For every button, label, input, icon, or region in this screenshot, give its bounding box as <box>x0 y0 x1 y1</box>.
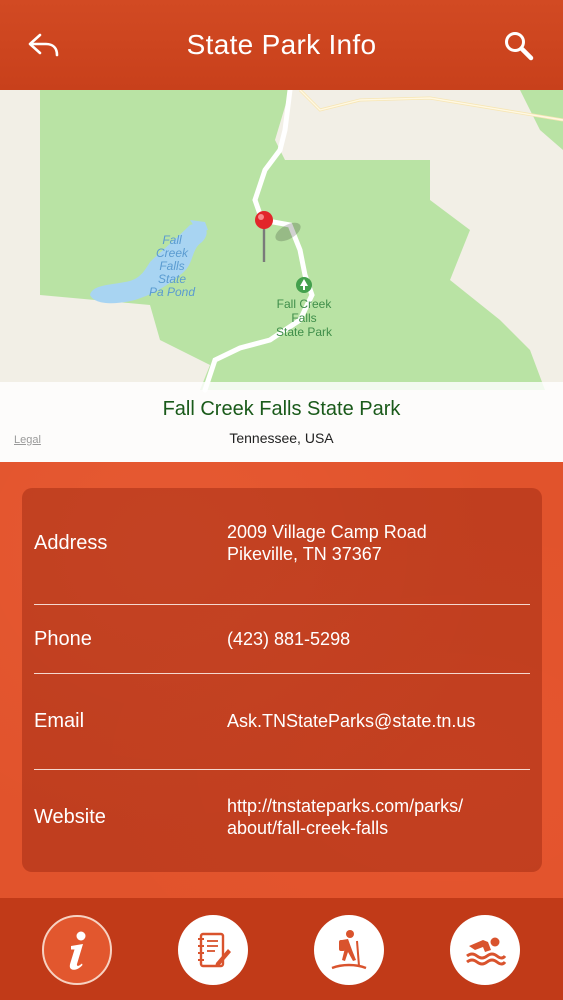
phone-row: Phone (423) 881-5298 <box>34 624 530 654</box>
phone-value[interactable]: (423) 881-5298 <box>227 628 530 650</box>
search-icon <box>505 32 534 61</box>
park-name: Fall Creek Falls State Park <box>162 398 401 420</box>
swimmer-icon <box>466 937 507 966</box>
pond-label-line: Pa Pond <box>148 285 196 299</box>
website-row: Website http://tnstateparks.com/parks/ a… <box>34 794 530 840</box>
back-arrow-icon <box>28 33 59 57</box>
email-row: Email Ask.TNStateParks@state.tn.us <box>34 706 530 736</box>
website-label: Website <box>34 805 106 828</box>
tab-swimming[interactable] <box>450 915 520 985</box>
divider <box>34 769 530 770</box>
notebook-icon <box>198 932 231 968</box>
park-label: Fall Creek Falls State Park <box>258 297 350 339</box>
details-card: Address 2009 Village Camp Road Pikeville… <box>22 488 542 872</box>
divider <box>34 604 530 605</box>
back-button[interactable] <box>22 26 66 66</box>
website-line: about/fall-creek-falls <box>227 818 389 838</box>
hiker-icon <box>331 930 367 970</box>
park-region: Tennessee, USA <box>229 430 334 446</box>
tab-info[interactable] <box>42 915 112 985</box>
email-value[interactable]: Ask.TNStateParks@state.tn.us <box>227 710 530 732</box>
map-info-strip <box>0 382 563 462</box>
phone-label: Phone <box>34 627 92 650</box>
divider <box>34 673 530 674</box>
tab-notes[interactable] <box>178 915 248 985</box>
details-section: Address 2009 Village Camp Road Pikeville… <box>0 462 563 898</box>
app-header: State Park Info <box>0 0 563 90</box>
email-label: Email <box>34 709 85 732</box>
park-label-line: Fall Creek <box>276 297 332 311</box>
address-label: Address <box>34 531 108 554</box>
website-value[interactable]: http://tnstateparks.com/parks/ about/fal… <box>227 795 530 839</box>
address-value[interactable]: 2009 Village Camp Road Pikeville, TN 373… <box>227 521 530 565</box>
map-view[interactable]: Fall Creek Falls State Pa Pond Fall Cree… <box>0 90 563 462</box>
tab-hiking[interactable] <box>314 915 384 985</box>
address-line: Pikeville, TN 37367 <box>227 544 382 564</box>
search-button[interactable] <box>497 24 541 68</box>
address-row: Address 2009 Village Camp Road Pikeville… <box>34 520 530 566</box>
park-label-line: State Park <box>275 325 333 339</box>
website-line: http://tnstateparks.com/parks/ <box>227 796 464 816</box>
map-legal-link[interactable]: Legal <box>14 434 41 446</box>
address-line: 2009 Village Camp Road <box>227 522 427 542</box>
pond-label: Fall Creek Falls State Pa Pond <box>140 234 204 299</box>
park-label-line: Falls <box>291 311 317 325</box>
map-pin-icon[interactable] <box>254 210 274 264</box>
page-title: State Park Info <box>186 29 377 60</box>
info-icon <box>69 931 86 970</box>
bottom-tab-bar <box>0 898 563 1000</box>
